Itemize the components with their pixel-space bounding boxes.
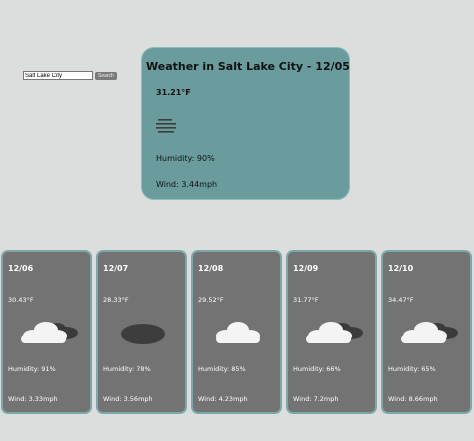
broken-clouds-icon — [298, 320, 368, 350]
current-title: Weather in Salt Lake City - 12/05 — [146, 60, 350, 73]
forecast-humidity: Humidity: 85% — [198, 365, 246, 373]
forecast-card: 12/10 34.47°F Humidity: 65% Wind: 8.66mp… — [381, 250, 472, 414]
forecast-temperature: 29.52°F — [198, 296, 224, 304]
forecast-temperature: 28.33°F — [103, 296, 129, 304]
search-form: Search — [23, 71, 117, 80]
forecast-date: 12/09 — [293, 264, 319, 273]
few-clouds-icon — [203, 320, 273, 350]
search-button[interactable]: Search — [95, 71, 117, 80]
mist-icon — [154, 118, 178, 140]
broken-clouds-icon — [13, 320, 83, 350]
broken-clouds-icon — [393, 320, 463, 350]
forecast-wind: Wind: 3.33mph — [8, 395, 58, 403]
current-weather-card: Weather in Salt Lake City - 12/05 31.21°… — [141, 47, 350, 200]
forecast-date: 12/08 — [198, 264, 224, 273]
forecast-date: 12/10 — [388, 264, 414, 273]
forecast-humidity: Humidity: 91% — [8, 365, 56, 373]
forecast-wind: Wind: 8.66mph — [388, 395, 438, 403]
forecast-humidity: Humidity: 78% — [103, 365, 151, 373]
forecast-wind: Wind: 4.23mph — [198, 395, 248, 403]
forecast-wind: Wind: 3.56mph — [103, 395, 153, 403]
forecast-temperature: 30.43°F — [8, 296, 34, 304]
forecast-card: 12/08 29.52°F Humidity: 85% Wind: 4.23mp… — [191, 250, 282, 414]
forecast-card: 12/09 31.77°F Humidity: 66% Wind: 7.2mph — [286, 250, 377, 414]
forecast-date: 12/07 — [103, 264, 129, 273]
forecast-humidity: Humidity: 66% — [293, 365, 341, 373]
current-wind: Wind: 3.44mph — [156, 180, 218, 189]
forecast-card: 12/06 30.43°F Humidity: 91% Wind: 3.33mp… — [1, 250, 92, 414]
forecast-temperature: 34.47°F — [388, 296, 414, 304]
forecast-date: 12/06 — [8, 264, 34, 273]
forecast-humidity: Humidity: 65% — [388, 365, 436, 373]
forecast-wind: Wind: 7.2mph — [293, 395, 339, 403]
forecast-card: 12/07 28.33°F Humidity: 78% Wind: 3.56mp… — [96, 250, 187, 414]
search-input[interactable] — [23, 71, 93, 80]
current-temperature: 31.21°F — [156, 88, 191, 97]
overcast-clouds-icon — [108, 320, 178, 350]
forecast-temperature: 31.77°F — [293, 296, 319, 304]
current-humidity: Humidity: 90% — [156, 154, 215, 163]
